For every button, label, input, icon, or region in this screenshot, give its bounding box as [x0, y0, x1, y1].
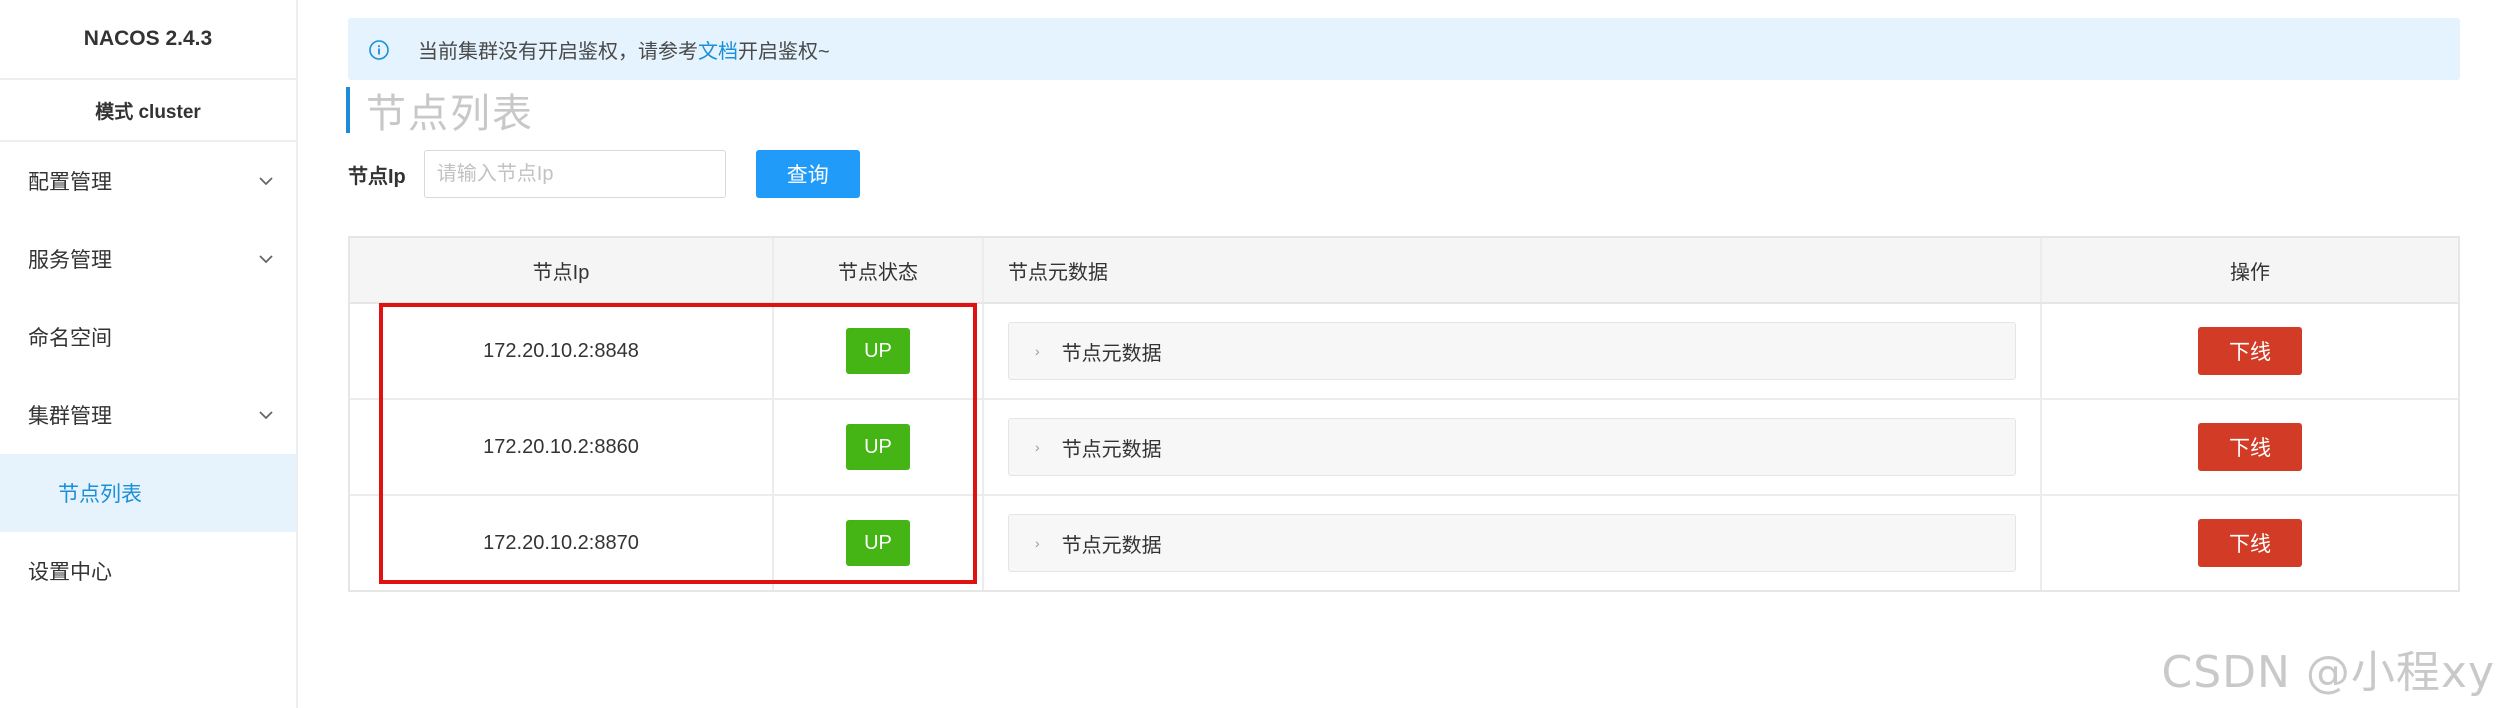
watermark: CSDN @小程xy — [2161, 647, 2495, 698]
sidebar-item-settings[interactable]: 设置中心 — [0, 532, 296, 610]
column-header-ip: 节点Ip — [350, 238, 774, 302]
action-cell: 下线 — [2042, 496, 2458, 590]
column-header-status: 节点状态 — [774, 238, 984, 302]
cluster-mode-label: 模式 cluster — [0, 80, 296, 142]
sidebar-item-label: 服务管理 — [28, 249, 112, 272]
status-badge: UP — [846, 424, 910, 470]
query-button[interactable]: 查询 — [755, 150, 860, 198]
metadata-label: 节点元数据 — [1061, 438, 1162, 461]
status-cell: UP — [774, 400, 984, 494]
sidebar-item-cluster[interactable]: 集群管理 — [0, 376, 296, 454]
column-header-action: 操作 — [2230, 261, 2270, 284]
column-header-metadata: 节点元数据 — [984, 238, 2042, 302]
auth-notice: 当前集群没有开启鉴权，请参考 文档 开启鉴权~ — [348, 18, 2460, 80]
table-header: 节点Ip 节点状态 节点元数据 操作 — [350, 238, 2458, 304]
table-row: 172.20.10.2:8870 UP › 节点元数据 下线 — [350, 496, 2458, 590]
chevron-down-icon — [259, 255, 273, 264]
sidebar: NACOS 2.4.3 模式 cluster 配置管理 服务管理 命名空间 集群… — [0, 0, 298, 708]
metadata-expander[interactable]: › 节点元数据 — [1008, 514, 2016, 572]
offline-button[interactable]: 下线 — [2198, 327, 2302, 375]
metadata-label: 节点元数据 — [1061, 342, 1162, 365]
node-table: 节点Ip 节点状态 节点元数据 操作 172.20.10.2:8848 UP ›… — [348, 236, 2460, 592]
node-ip: 172.20.10.2:8870 — [350, 496, 774, 590]
notice-text: 当前集群没有开启鉴权，请参考 — [418, 40, 698, 63]
sidebar-item-label: 配置管理 — [28, 171, 112, 194]
chevron-right-icon: › — [1035, 439, 1040, 455]
chevron-down-icon — [259, 177, 273, 186]
chevron-right-icon: › — [1035, 535, 1040, 551]
status-cell: UP — [774, 304, 984, 398]
sidebar-item-node-list[interactable]: 节点列表 — [0, 454, 296, 532]
chevron-right-icon: › — [1035, 343, 1040, 359]
search-label: 节点Ip — [348, 165, 406, 188]
sidebar-item-service[interactable]: 服务管理 — [0, 220, 296, 298]
table-row: 172.20.10.2:8860 UP › 节点元数据 下线 — [350, 400, 2458, 496]
sidebar-item-label: 节点列表 — [58, 483, 142, 506]
page-title: 节点列表 — [366, 92, 534, 136]
sidebar-item-config[interactable]: 配置管理 — [0, 142, 296, 220]
sidebar-item-label: 设置中心 — [28, 561, 112, 584]
offline-button[interactable]: 下线 — [2198, 423, 2302, 471]
status-cell: UP — [774, 496, 984, 590]
action-cell: 下线 — [2042, 400, 2458, 494]
node-ip: 172.20.10.2:8848 — [350, 304, 774, 398]
metadata-cell: › 节点元数据 — [984, 496, 2042, 590]
offline-button[interactable]: 下线 — [2198, 519, 2302, 567]
notice-text-tail: 开启鉴权~ — [738, 40, 830, 63]
table-row: 172.20.10.2:8848 UP › 节点元数据 下线 — [350, 304, 2458, 400]
metadata-expander[interactable]: › 节点元数据 — [1008, 418, 2016, 476]
status-badge: UP — [846, 520, 910, 566]
metadata-expander[interactable]: › 节点元数据 — [1008, 322, 2016, 380]
node-ip-search-input[interactable] — [423, 150, 726, 198]
metadata-cell: › 节点元数据 — [984, 400, 2042, 494]
brand-title: NACOS 2.4.3 — [0, 0, 296, 80]
main-content: 当前集群没有开启鉴权，请参考文档开启鉴权~ 节点列表 节点Ip 查询 节点Ip … — [298, 0, 2501, 708]
info-icon — [369, 40, 389, 60]
docs-link[interactable]: 文档 — [698, 35, 738, 64]
metadata-label: 节点元数据 — [1061, 534, 1162, 557]
page-header: 节点列表 — [346, 84, 534, 136]
metadata-cell: › 节点元数据 — [984, 304, 2042, 398]
search-bar: 节点Ip 查询 — [348, 150, 860, 198]
title-accent-bar — [346, 87, 350, 133]
status-badge: UP — [846, 328, 910, 374]
node-ip: 172.20.10.2:8860 — [350, 400, 774, 494]
sidebar-item-label: 命名空间 — [28, 327, 112, 350]
action-cell: 下线 — [2042, 304, 2458, 398]
chevron-down-icon — [259, 411, 273, 420]
sidebar-item-namespace[interactable]: 命名空间 — [0, 298, 296, 376]
sidebar-item-label: 集群管理 — [28, 405, 112, 428]
